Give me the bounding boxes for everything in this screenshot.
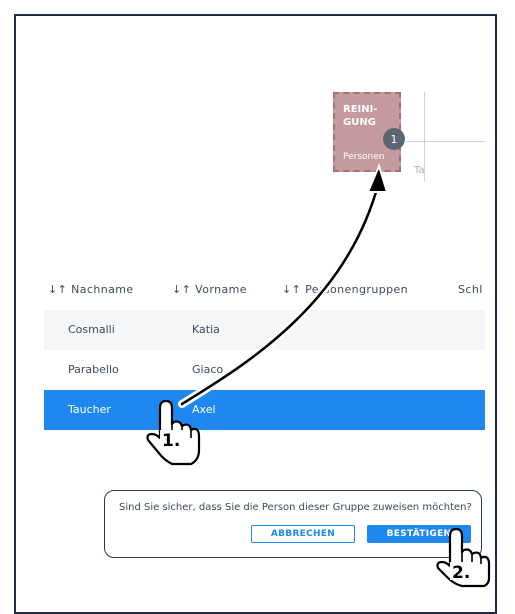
tutorial-overlay: 1. 2. [146, 163, 491, 588]
step-2-label: 2. [452, 563, 470, 583]
drag-arrow-icon [178, 163, 389, 408]
step-1-label: 1. [162, 431, 180, 451]
